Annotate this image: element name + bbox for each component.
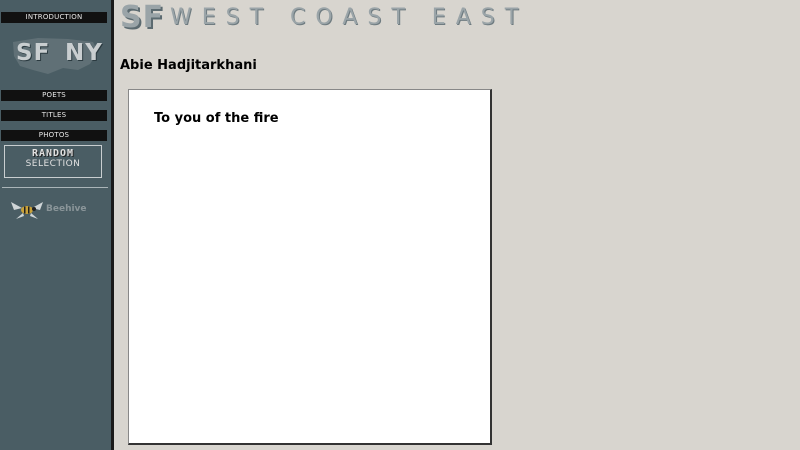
beehive-label: Beehive bbox=[46, 204, 87, 214]
sidebar-divider bbox=[2, 187, 108, 188]
random-selection-button[interactable]: RANDOM SELECTION bbox=[4, 145, 102, 178]
title-west-coast-east: WEST COAST EAST bbox=[170, 5, 529, 30]
nav-photos[interactable]: PHOTOS bbox=[1, 130, 107, 141]
sidebar: INTRODUCTION SF NY POETS TITLES PHOTOS R… bbox=[0, 0, 114, 450]
title-sf: SF bbox=[120, 0, 165, 35]
selection-label: SELECTION bbox=[25, 159, 81, 169]
logo-ny-text: NY bbox=[65, 40, 103, 66]
beehive-logo-link[interactable]: Beehive bbox=[10, 198, 100, 222]
random-label: RANDOM bbox=[31, 148, 75, 159]
author-name: Abie Hadjitarkhani bbox=[120, 58, 257, 73]
poem-title: To you of the fire bbox=[154, 111, 279, 126]
logo-sf-text: SF bbox=[16, 40, 51, 66]
nav-titles[interactable]: TITLES bbox=[1, 110, 107, 121]
poem-panel: To you of the fire bbox=[128, 89, 492, 445]
nav-introduction[interactable]: INTRODUCTION bbox=[1, 12, 107, 23]
sf-ny-logo[interactable]: SF NY bbox=[8, 30, 103, 80]
bee-icon bbox=[11, 202, 43, 219]
nav-poets[interactable]: POETS bbox=[1, 90, 107, 101]
